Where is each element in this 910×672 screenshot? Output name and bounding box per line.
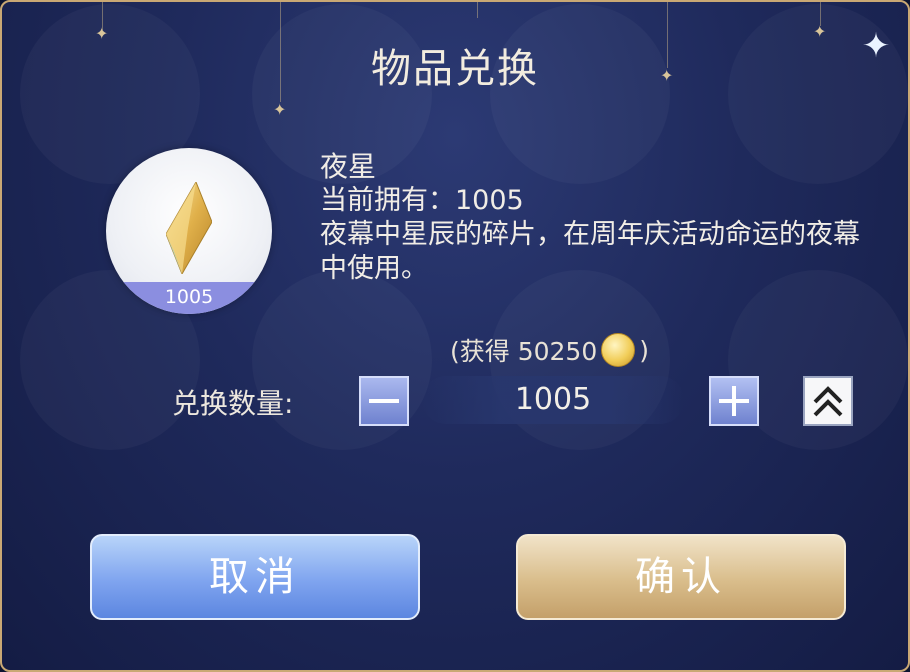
item-count-badge: 1005 — [106, 282, 272, 314]
sparkle-star-icon: ✦ — [273, 100, 287, 119]
max-quantity-button[interactable] — [803, 376, 853, 426]
increase-quantity-button[interactable] — [709, 376, 759, 426]
double-chevron-up-icon — [813, 386, 843, 417]
decrease-quantity-button[interactable] — [359, 376, 409, 426]
item-info: 夜星 当前拥有：1005 夜幕中星辰的碎片，在周年庆活动命运的夜幕中使用。 — [320, 150, 860, 286]
plus-icon — [719, 386, 749, 416]
quantity-input[interactable]: 1005 — [422, 376, 684, 424]
item-description: 夜幕中星辰的碎片，在周年庆活动命运的夜幕中使用。 — [320, 219, 860, 284]
item-name: 夜星 — [320, 150, 377, 183]
item-owned-count: 当前拥有：1005 — [320, 185, 524, 216]
close-star-icon[interactable]: ✦ — [858, 28, 894, 64]
quantity-label: 兑换数量: — [172, 387, 294, 420]
item-icon-frame: 1005 — [106, 148, 272, 314]
reward-preview: (获得 50250 ) — [450, 332, 649, 368]
hanging-star-line — [477, 2, 478, 18]
reward-text: (获得 50250 — [450, 337, 598, 366]
gold-coin-icon — [601, 333, 636, 367]
exchange-dialog: ✦ ✦ ✦ ✦ 物品兑换 ✦ 1005 夜星 当前拥有：1005 夜幕中星辰的碎… — [0, 0, 910, 672]
confirm-button[interactable]: 确认 — [516, 534, 846, 620]
crystal-shard-icon — [166, 182, 212, 274]
minus-icon — [369, 399, 399, 403]
dialog-title: 物品兑换 — [371, 46, 539, 92]
reward-text-close: ) — [639, 335, 649, 365]
cancel-button[interactable]: 取消 — [90, 534, 420, 620]
